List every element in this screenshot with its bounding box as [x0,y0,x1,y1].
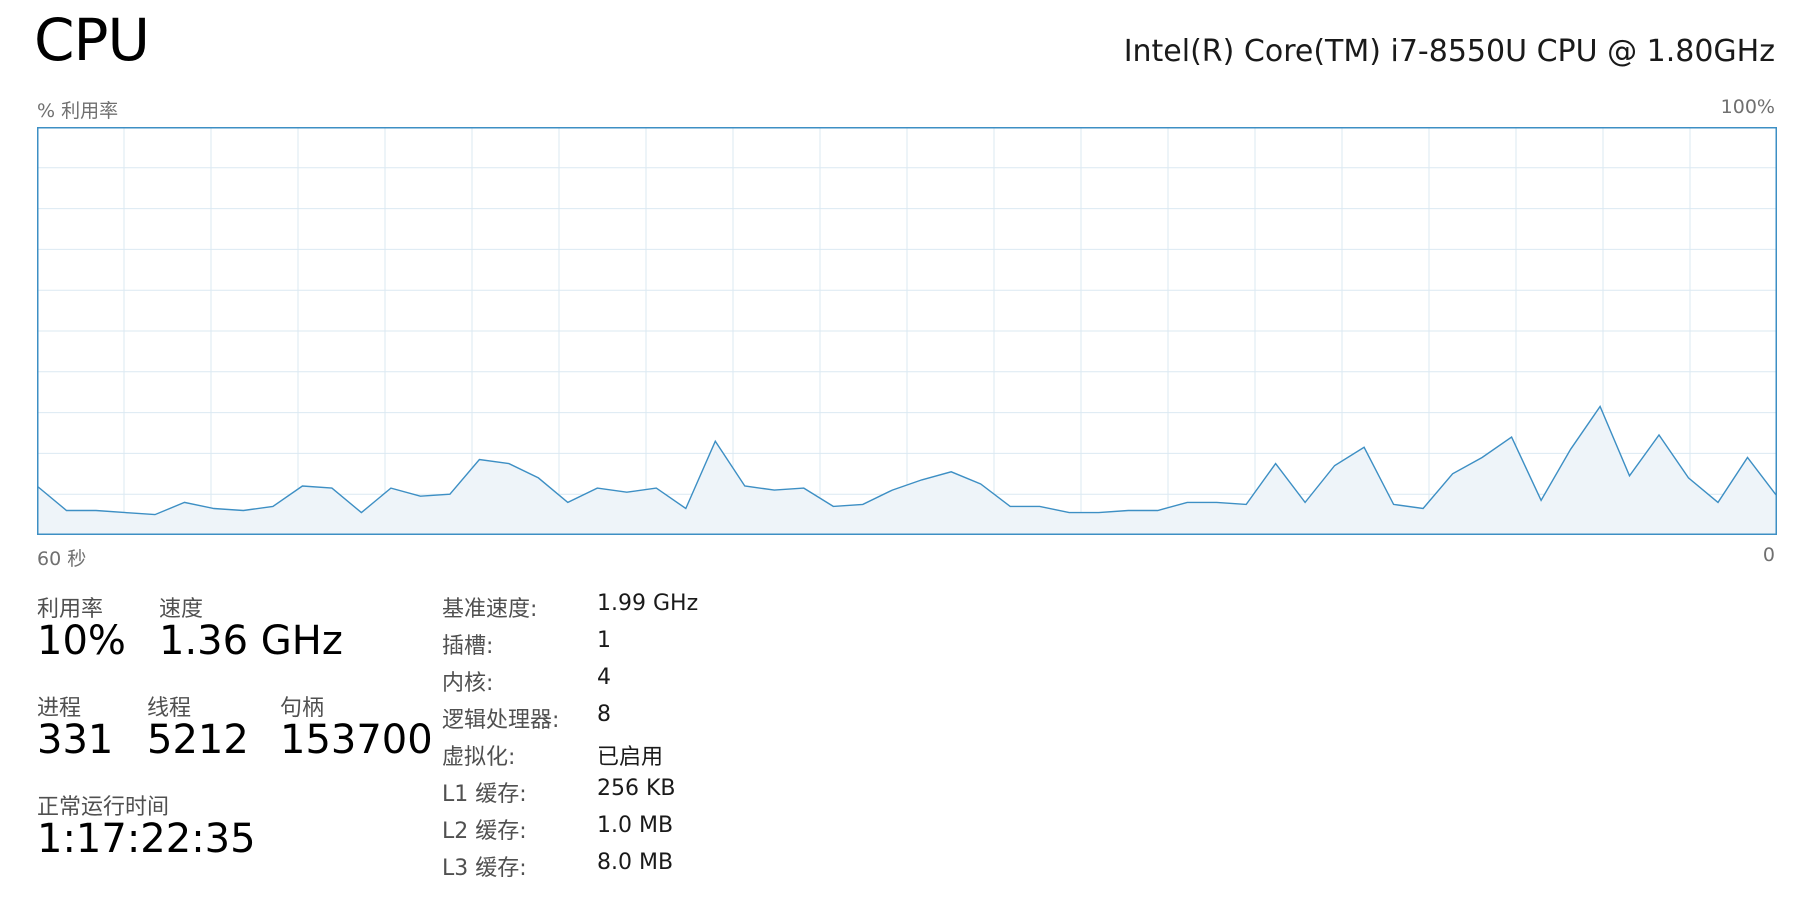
spec-label-virtualization: 虚拟化: [442,745,516,770]
spec-value-virtualization: 已启用 [597,745,664,770]
threads-value: 5212 [147,717,249,763]
spec-value-logical-processors: 8 [597,702,611,727]
cpu-utilization-graph [37,127,1777,535]
spec-label-l3-cache: L3 缓存: [442,856,527,881]
spec-value-cores: 4 [597,665,611,690]
speed-value: 1.36 GHz [159,618,343,664]
spec-label-l1-cache: L1 缓存: [442,782,527,807]
processes-value: 331 [37,717,114,763]
graph-x-axis-end: 0 [1762,544,1775,566]
graph-y-axis-label: % 利用率 [37,100,119,122]
uptime-value: 1:17:22:35 [37,816,256,862]
page-title: CPU [34,6,150,74]
spec-label-cores: 内核: [442,671,494,696]
cpu-model-name: Intel(R) Core(TM) i7-8550U CPU @ 1.80GHz [1123,34,1775,69]
spec-label-base-speed: 基准速度: [442,597,538,622]
spec-label-l2-cache: L2 缓存: [442,819,527,844]
spec-value-l1-cache: 256 KB [597,776,676,801]
spec-label-logical-processors: 逻辑处理器: [442,708,560,733]
spec-value-l2-cache: 1.0 MB [597,813,674,838]
graph-y-axis-max: 100% [1720,96,1775,118]
spec-value-base-speed: 1.99 GHz [597,591,699,616]
graph-x-axis-start: 60 秒 [37,548,87,570]
spec-value-sockets: 1 [597,628,611,653]
handles-value: 153700 [280,717,433,763]
spec-label-sockets: 插槽: [442,634,494,659]
utilization-value: 10% [37,618,126,664]
spec-value-l3-cache: 8.0 MB [597,850,674,875]
